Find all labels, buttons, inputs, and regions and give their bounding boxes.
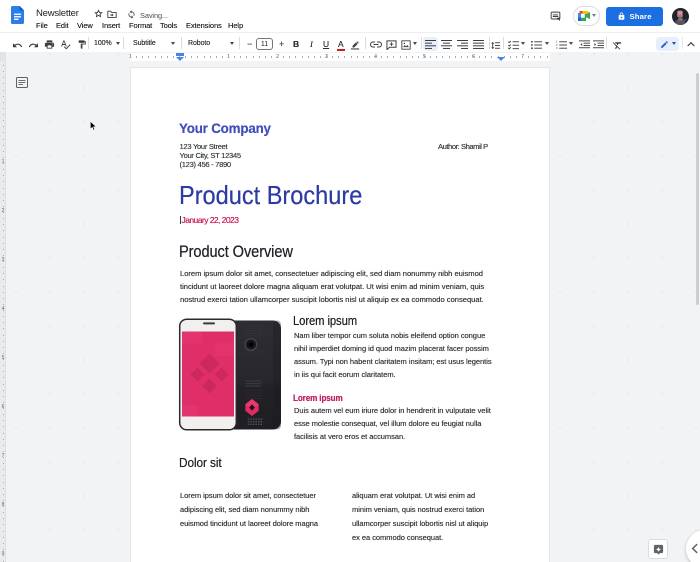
svg-text:2: 2	[556, 43, 558, 47]
svg-text:3: 3	[556, 46, 558, 50]
svg-text:1: 1	[556, 40, 558, 44]
